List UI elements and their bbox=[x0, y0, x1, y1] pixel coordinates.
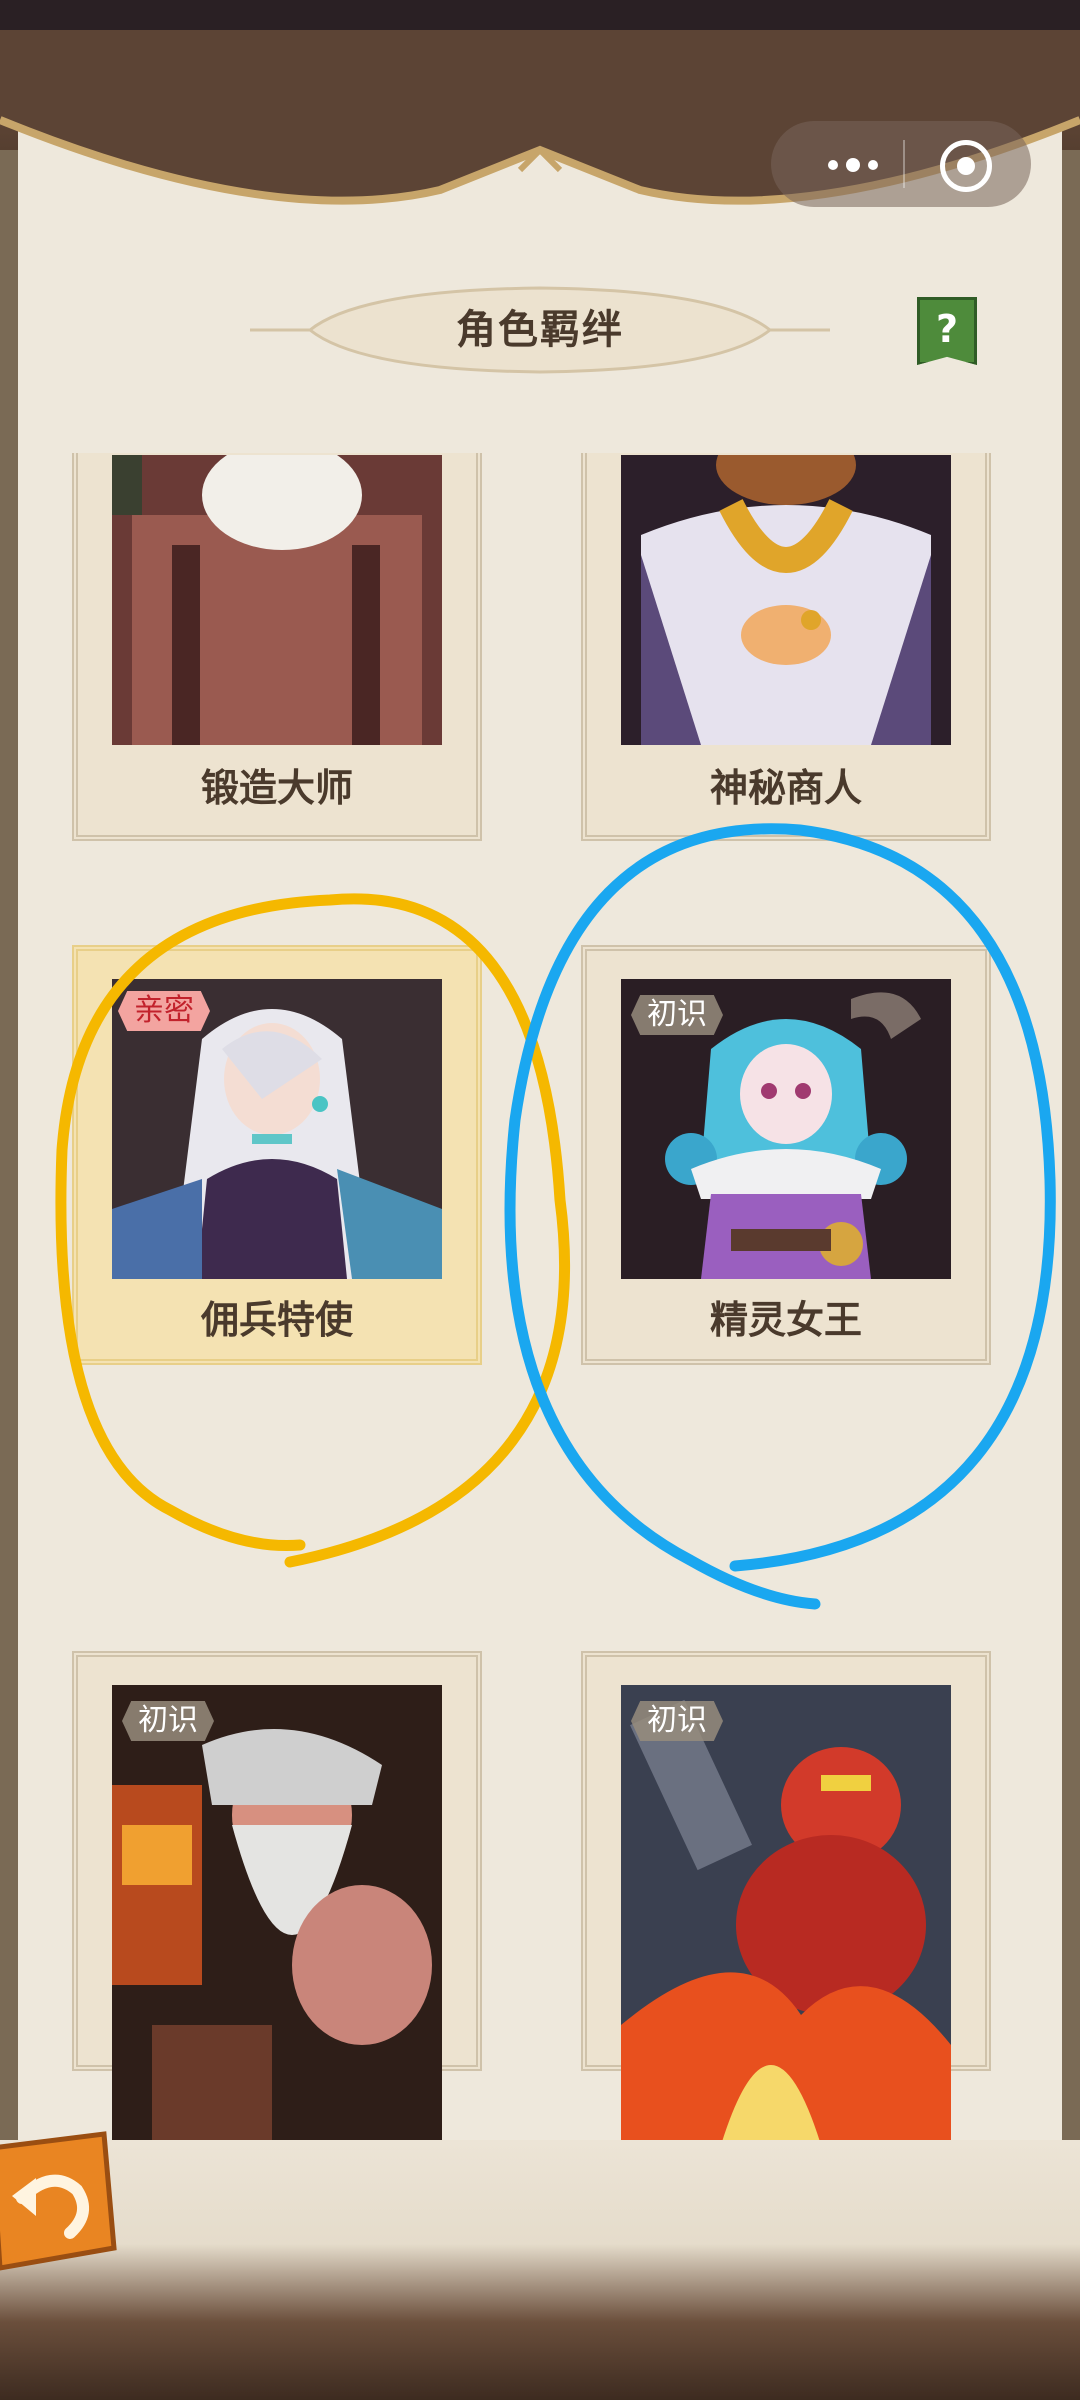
status-badge: 初识 bbox=[122, 1701, 214, 1741]
card-grid[interactable]: 锻造大师 神秘商人 亲密 佣兵特使 初识 精灵女王 初识 初识 bbox=[0, 453, 1080, 2143]
capsule-divider bbox=[903, 140, 905, 188]
character-card-elf-queen[interactable]: 初识 精灵女王 bbox=[581, 945, 991, 1365]
character-card-dwarf-elder[interactable]: 初识 bbox=[72, 1651, 482, 2143]
status-badge: 初识 bbox=[631, 1701, 723, 1741]
character-card-forge-master[interactable]: 锻造大师 bbox=[72, 453, 482, 841]
card-name: 锻造大师 bbox=[200, 766, 353, 810]
return-arrow-icon[interactable] bbox=[0, 2128, 120, 2276]
status-badge: 亲密 bbox=[118, 991, 210, 1031]
more-dots-icon[interactable] bbox=[808, 135, 898, 195]
page-title: 角色羁绊 bbox=[456, 307, 624, 353]
dwarf-elder-portrait bbox=[112, 1685, 442, 2143]
red-ogre-portrait bbox=[621, 1685, 951, 2143]
status-bar bbox=[0, 0, 1080, 30]
card-name: 精灵女王 bbox=[709, 1298, 862, 1342]
status-badge: 初识 bbox=[631, 995, 723, 1035]
help-button[interactable]: ? bbox=[917, 297, 977, 365]
bottom-bar bbox=[0, 2140, 1080, 2400]
card-name: 神秘商人 bbox=[709, 766, 862, 810]
mystery-merchant-portrait bbox=[621, 455, 951, 745]
forge-master-portrait bbox=[112, 455, 442, 745]
target-circle-icon[interactable] bbox=[940, 140, 992, 192]
character-card-mystery-merchant[interactable]: 神秘商人 bbox=[581, 453, 991, 841]
character-card-mercenary-envoy[interactable]: 亲密 佣兵特使 bbox=[72, 945, 482, 1365]
character-card-red-ogre[interactable]: 初识 bbox=[581, 1651, 991, 2143]
card-name: 佣兵特使 bbox=[200, 1298, 353, 1342]
